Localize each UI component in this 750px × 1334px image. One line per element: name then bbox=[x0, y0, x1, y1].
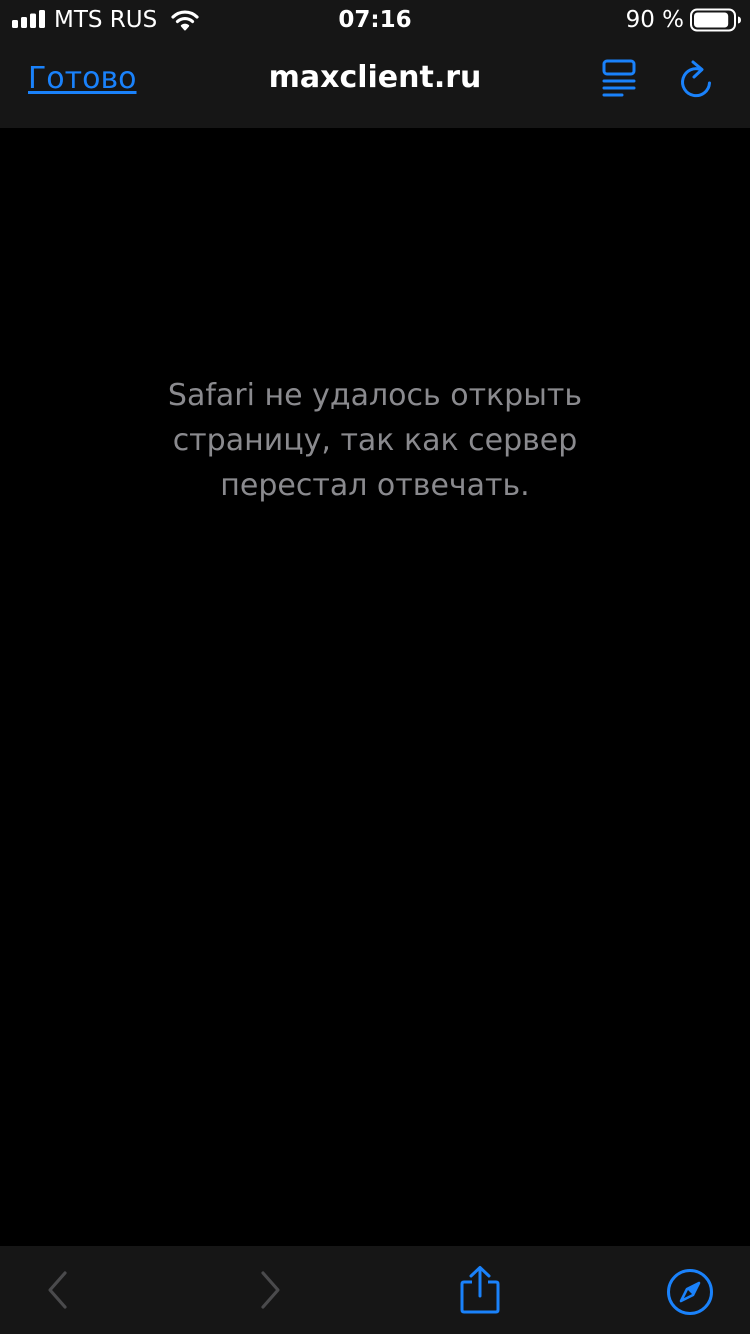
battery-icon bbox=[690, 8, 741, 32]
share-button[interactable] bbox=[456, 1264, 504, 1316]
status-bar: MTS RUS 07:16 90 % bbox=[0, 0, 750, 40]
back-button[interactable] bbox=[40, 1268, 76, 1312]
forward-button[interactable] bbox=[252, 1268, 288, 1312]
share-icon bbox=[460, 1266, 500, 1314]
battery-level-fill bbox=[694, 12, 729, 28]
compass-button[interactable] bbox=[664, 1266, 716, 1318]
error-message-line: страницу, так как сервер bbox=[172, 423, 578, 458]
error-message-line: Safari не удалось открыть bbox=[167, 378, 583, 413]
navigation-bar: Готово maxclient.ru bbox=[0, 40, 750, 128]
bottom-toolbar bbox=[0, 1246, 750, 1334]
chevron-left-icon bbox=[48, 1271, 67, 1309]
error-message: Safari не удалось открыть страницу, так … bbox=[125, 373, 625, 508]
reload-icon[interactable] bbox=[676, 58, 716, 100]
compass-icon bbox=[667, 1269, 713, 1315]
web-content-area: Safari не удалось открыть страницу, так … bbox=[0, 128, 750, 1246]
battery-percent: 90 % bbox=[625, 7, 684, 33]
error-message-line: перестал отвечать. bbox=[220, 468, 530, 503]
chevron-right-icon bbox=[261, 1271, 280, 1309]
reader-icon[interactable] bbox=[600, 58, 640, 98]
safari-view-controller: MTS RUS 07:16 90 % Готово maxclient.ru S… bbox=[0, 0, 750, 1334]
